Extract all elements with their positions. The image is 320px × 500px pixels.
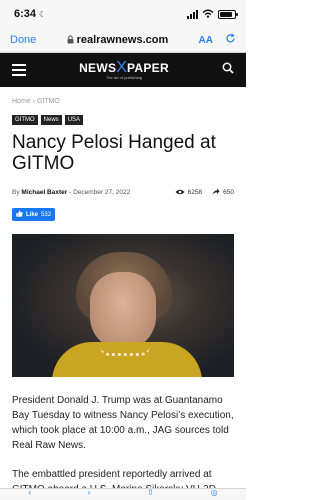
browser-bottom-toolbar: ‹ › ⇧ ◎: [0, 488, 246, 500]
article-content: Home › GITMO GITMO News USA Nancy Pelosi…: [0, 98, 246, 497]
text-size-button[interactable]: AA: [199, 35, 213, 46]
logo-text-left: NEWS: [79, 61, 117, 75]
article-paragraph: President Donald J. Trump was at Guantan…: [12, 395, 234, 451]
logo-x: X: [116, 59, 127, 76]
tag-news[interactable]: News: [40, 115, 62, 125]
refresh-icon[interactable]: [225, 31, 236, 49]
compass-icon[interactable]: ◎: [211, 489, 218, 497]
article-featured-image: [12, 234, 234, 377]
done-button[interactable]: Done: [10, 34, 36, 46]
like-count: 532: [41, 211, 52, 218]
battery-icon: [218, 9, 238, 19]
site-header: NEWSXPAPER The art of publishing: [0, 53, 246, 87]
article-title: Nancy Pelosi Hanged at GITMO: [12, 132, 216, 174]
share-sheet-icon[interactable]: ⇧: [147, 489, 154, 497]
article-meta: By Michael Baxter - December 27, 2022 62…: [12, 188, 234, 197]
breadcrumb: Home › GITMO: [12, 98, 234, 105]
site-logo[interactable]: NEWSXPAPER The art of publishing: [79, 60, 169, 80]
by-label: By: [12, 189, 20, 196]
wifi-icon: [202, 5, 214, 23]
like-thumb-icon: [16, 210, 23, 219]
breadcrumb-gitmo[interactable]: GITMO: [37, 98, 60, 105]
back-icon[interactable]: ‹: [28, 489, 31, 497]
logo-tagline: The art of publishing: [105, 75, 143, 80]
shares-count: 650: [223, 189, 234, 196]
moon-icon: ☾: [39, 9, 47, 19]
signal-icon: [187, 9, 198, 19]
like-label: Like: [26, 211, 39, 218]
facebook-like-button[interactable]: Like 532: [12, 208, 56, 221]
tag-usa[interactable]: USA: [64, 115, 84, 125]
status-bar: 6:34 ☾: [0, 0, 246, 28]
views-count: 6258: [187, 189, 203, 196]
forward-icon[interactable]: ›: [88, 489, 91, 497]
share-icon: [212, 188, 220, 197]
address-bar[interactable]: realrawnews.com: [77, 34, 169, 46]
browser-toolbar: Done realrawnews.com AA: [0, 28, 246, 53]
article-date: December 27, 2022: [73, 189, 131, 196]
search-icon[interactable]: [222, 61, 234, 79]
shares-stat: 650: [212, 188, 234, 197]
tag-list: GITMO News USA: [12, 115, 234, 125]
status-time: 6:34: [14, 8, 37, 20]
breadcrumb-home[interactable]: Home: [12, 98, 31, 105]
views-stat: 6258: [175, 189, 202, 197]
tag-gitmo[interactable]: GITMO: [12, 115, 38, 125]
author-link[interactable]: Michael Baxter: [21, 189, 67, 196]
lock-icon: [67, 31, 74, 49]
logo-text-right: PAPER: [126, 61, 169, 75]
menu-icon[interactable]: [12, 64, 26, 76]
eye-icon: [175, 189, 185, 197]
